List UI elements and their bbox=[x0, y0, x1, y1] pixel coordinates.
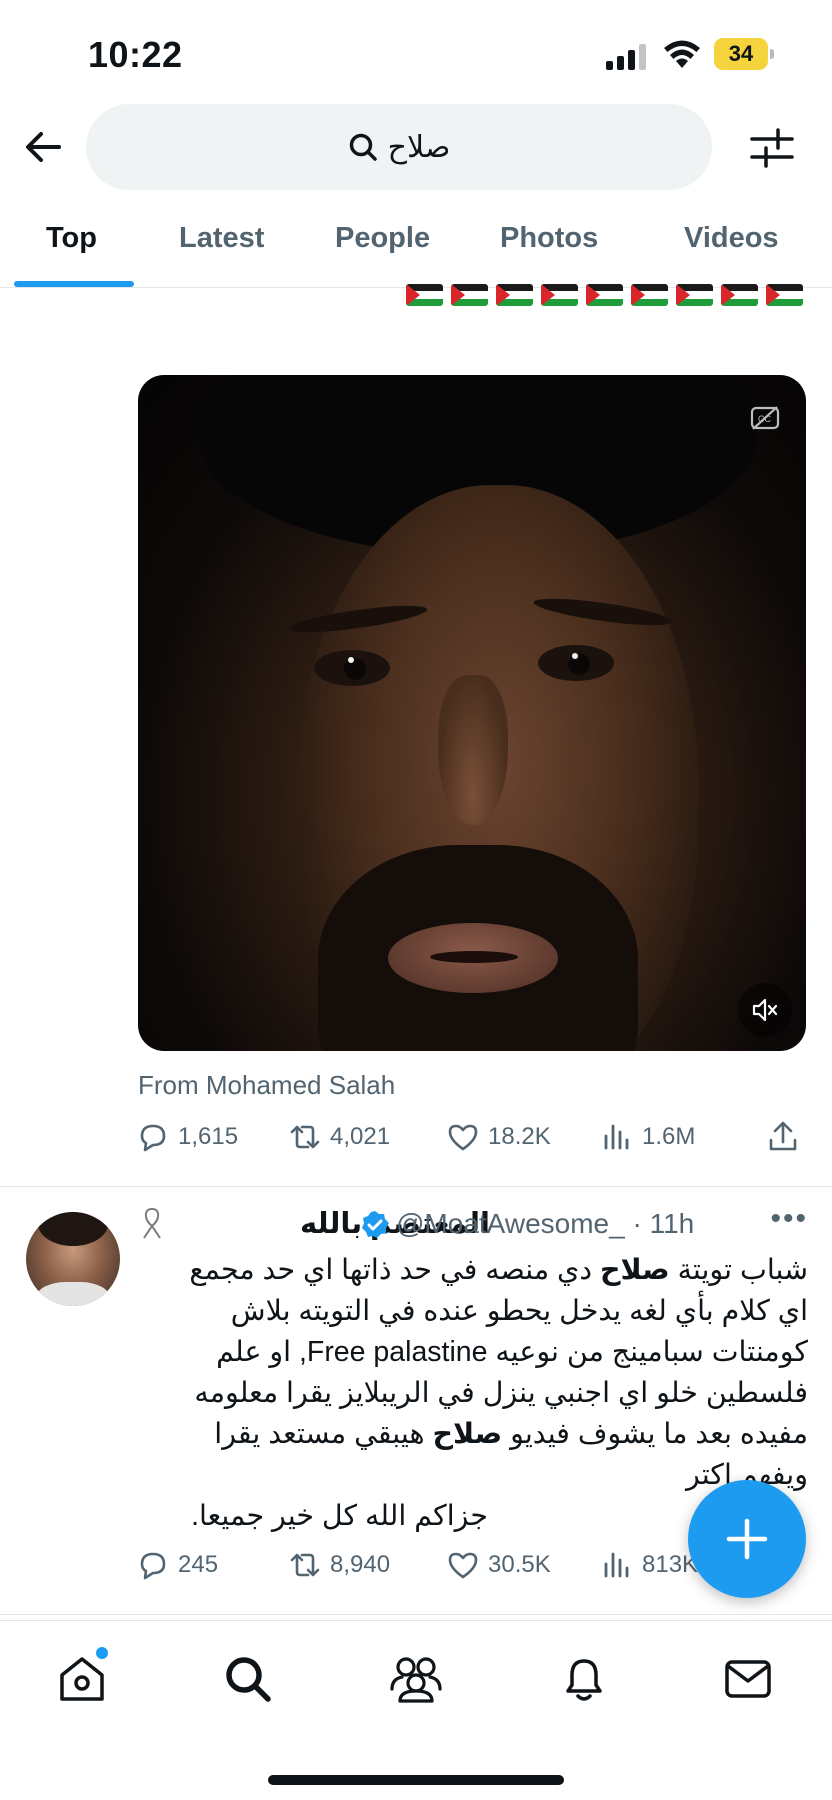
nav-search[interactable] bbox=[218, 1649, 278, 1709]
reply-button[interactable]: 245 bbox=[136, 1548, 218, 1582]
tweet-divider bbox=[0, 1186, 832, 1187]
repost-count: 8,940 bbox=[330, 1551, 391, 1578]
views-count: 1.6M bbox=[642, 1123, 696, 1150]
tweet-time: · 11h bbox=[632, 1208, 695, 1239]
repost-icon bbox=[290, 1125, 320, 1149]
notification-dot bbox=[96, 1647, 108, 1659]
search-header: صلاح bbox=[0, 100, 832, 200]
more-options-icon[interactable]: ••• bbox=[770, 1202, 808, 1236]
views-icon bbox=[604, 1124, 629, 1150]
wifi-icon bbox=[664, 40, 700, 68]
palestine-flag-icon bbox=[451, 284, 488, 306]
status-bar: 10:22 34 bbox=[0, 0, 832, 100]
home-indicator bbox=[268, 1775, 564, 1785]
palestine-flag-icon bbox=[766, 284, 803, 306]
tweet1-action-bar: 1,615 4,021 18.2K 1.6M bbox=[136, 1120, 806, 1160]
palestine-flag-icon bbox=[541, 284, 578, 306]
search-query: صلاح bbox=[387, 130, 451, 164]
search-icon bbox=[349, 133, 377, 161]
like-icon bbox=[448, 1124, 478, 1151]
palestine-flags-row bbox=[406, 284, 803, 310]
repost-icon bbox=[290, 1553, 320, 1577]
views-button[interactable]: 813K bbox=[600, 1548, 698, 1582]
views-icon bbox=[604, 1552, 629, 1578]
communities-icon bbox=[390, 1657, 442, 1703]
tab-people[interactable]: People bbox=[335, 222, 430, 255]
signal-icon bbox=[606, 44, 650, 70]
tweet-divider bbox=[0, 1614, 832, 1615]
filter-sliders-icon bbox=[750, 128, 794, 168]
palestine-flag-icon bbox=[631, 284, 668, 306]
ribbon-emoji-icon bbox=[143, 1208, 161, 1239]
plus-icon bbox=[726, 1518, 768, 1560]
palestine-flag-icon bbox=[721, 284, 758, 306]
repost-button[interactable]: 4,021 bbox=[288, 1120, 390, 1154]
palestine-flag-icon bbox=[586, 284, 623, 306]
nav-communities[interactable] bbox=[386, 1649, 446, 1709]
like-count: 30.5K bbox=[488, 1551, 551, 1578]
back-button[interactable] bbox=[18, 122, 68, 172]
tab-latest[interactable]: Latest bbox=[179, 222, 264, 255]
repost-button[interactable]: 8,940 bbox=[288, 1548, 390, 1582]
nav-messages[interactable] bbox=[718, 1649, 778, 1709]
search-input[interactable]: صلاح bbox=[86, 104, 712, 190]
like-button[interactable]: 30.5K bbox=[446, 1548, 551, 1582]
bottom-navigation bbox=[0, 1620, 832, 1800]
notifications-icon bbox=[566, 1659, 602, 1701]
captions-off-icon[interactable]: CC bbox=[750, 405, 780, 431]
tab-photos[interactable]: Photos bbox=[500, 222, 598, 255]
author-handle: @MoatAwesome_ bbox=[396, 1208, 625, 1239]
search-tabs: Top Latest People Photos Videos bbox=[0, 200, 832, 288]
reply-count: 1,615 bbox=[178, 1123, 239, 1150]
nav-notifications[interactable] bbox=[554, 1649, 614, 1709]
author-handle-and-time[interactable]: @MoatAwesome_ · 11h bbox=[396, 1208, 694, 1240]
palestine-flag-icon bbox=[676, 284, 713, 306]
reply-icon bbox=[140, 1552, 166, 1580]
views-button[interactable]: 1.6M bbox=[600, 1120, 695, 1154]
search-icon bbox=[226, 1657, 271, 1702]
reply-button[interactable]: 1,615 bbox=[136, 1120, 238, 1154]
reply-icon bbox=[140, 1124, 166, 1152]
battery-level: 34 bbox=[714, 38, 768, 70]
video-source-link[interactable]: From Mohamed Salah bbox=[138, 1070, 395, 1101]
search-filter-button[interactable] bbox=[746, 122, 798, 174]
messages-icon bbox=[725, 1660, 771, 1698]
mute-button[interactable] bbox=[738, 983, 792, 1037]
like-count: 18.2K bbox=[488, 1123, 551, 1150]
tab-top[interactable]: Top bbox=[46, 222, 97, 255]
avatar[interactable] bbox=[26, 1212, 120, 1306]
repost-count: 4,021 bbox=[330, 1123, 391, 1150]
reply-count: 245 bbox=[178, 1551, 219, 1578]
home-icon bbox=[60, 1657, 104, 1701]
speaker-muted-icon bbox=[752, 998, 778, 1022]
status-time: 10:22 bbox=[88, 34, 183, 75]
active-tab-indicator bbox=[14, 281, 134, 287]
compose-tweet-button[interactable] bbox=[688, 1480, 806, 1598]
verified-badge-icon bbox=[362, 1211, 389, 1238]
palestine-flag-icon bbox=[496, 284, 533, 306]
share-icon bbox=[769, 1121, 797, 1151]
video-player[interactable]: CC bbox=[138, 375, 806, 1051]
battery-icon: 34 bbox=[714, 38, 774, 70]
share-button[interactable] bbox=[766, 1120, 800, 1154]
back-arrow-icon bbox=[26, 132, 61, 162]
tweet2-header: المعتصم بالله @MoatAwesome_ · 11h ••• bbox=[138, 1202, 808, 1246]
tab-videos[interactable]: Videos bbox=[684, 222, 779, 255]
like-button[interactable]: 18.2K bbox=[446, 1120, 551, 1154]
like-icon bbox=[448, 1552, 478, 1579]
palestine-flag-icon bbox=[406, 284, 443, 306]
